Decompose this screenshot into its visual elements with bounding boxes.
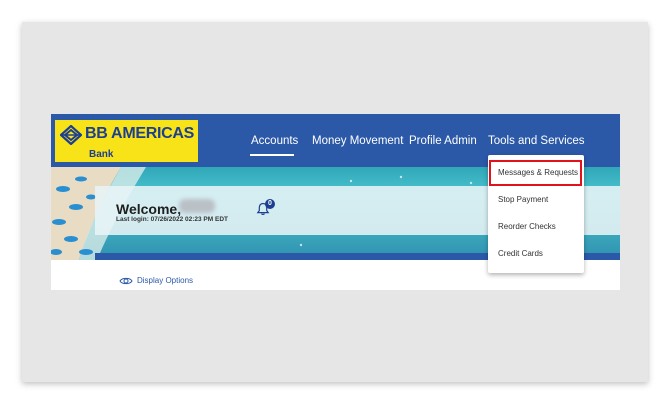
- active-tab-indicator: [250, 154, 294, 156]
- bank-logo[interactable]: BB AMERICAS Bank: [55, 120, 198, 162]
- display-options-link[interactable]: Display Options: [137, 276, 193, 285]
- nav-money-movement[interactable]: Money Movement: [312, 135, 403, 147]
- notification-badge: 0: [265, 199, 275, 209]
- nav-profile-admin[interactable]: Profile Admin: [409, 135, 477, 147]
- nav-tools-and-services[interactable]: Tools and Services: [488, 135, 585, 147]
- tools-dropdown-menu: Messages & Requests Stop Payment Reorder…: [488, 155, 584, 273]
- nav-accounts[interactable]: Accounts: [251, 135, 298, 147]
- eye-icon[interactable]: [119, 276, 133, 286]
- menu-item-reorder-checks[interactable]: Reorder Checks: [488, 214, 584, 240]
- menu-item-credit-cards[interactable]: Credit Cards: [488, 241, 584, 267]
- redacted-username: [179, 199, 215, 213]
- bb-logo-icon: [60, 125, 82, 145]
- brand-subtitle: Bank: [89, 149, 114, 160]
- menu-item-messages-requests[interactable]: Messages & Requests: [489, 160, 582, 186]
- menu-item-stop-payment[interactable]: Stop Payment: [488, 187, 584, 213]
- last-login-text: Last login: 07/26/2022 02:23 PM EDT: [116, 216, 228, 223]
- brand-name: BB AMERICAS: [85, 125, 194, 142]
- welcome-title: Welcome,: [116, 201, 182, 217]
